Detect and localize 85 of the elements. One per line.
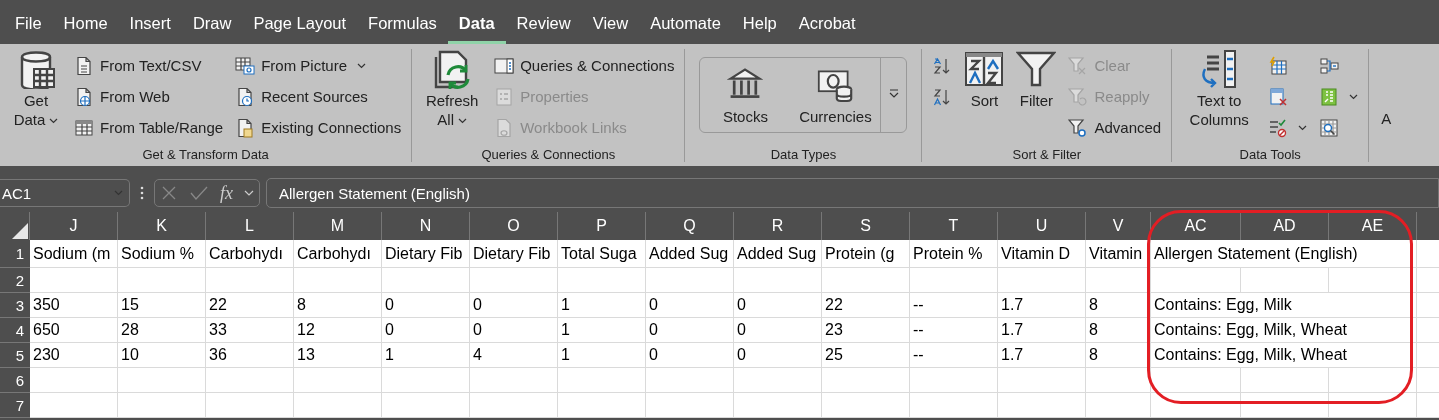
caret-icon [1349, 93, 1359, 100]
database-document-icon [235, 117, 256, 138]
table-cell[interactable] [910, 393, 998, 418]
ribbon-button[interactable]: From Picture [231, 51, 406, 80]
ribbon-button[interactable]: Sort [960, 49, 1009, 110]
ribbon-tab[interactable]: Insert [118, 4, 182, 44]
data-type-button[interactable]: Stocks [700, 58, 791, 132]
row-header[interactable]: 1 [0, 240, 30, 268]
ribbon-button[interactable]: From Web [70, 82, 228, 111]
properties-icon [494, 86, 515, 107]
table-cell[interactable] [1241, 393, 1329, 418]
expand-icon [887, 87, 900, 100]
ribbon-button[interactable]: From Text/CSV [70, 51, 228, 80]
table-cell[interactable] [1086, 393, 1151, 418]
group-label: Get & Transform Data [141, 147, 270, 162]
table-cell[interactable] [558, 393, 646, 418]
web-document-icon [74, 86, 94, 107]
ribbon-button[interactable]: Existing Connections [231, 113, 406, 142]
table-cell[interactable] [294, 393, 382, 418]
table-cell[interactable] [30, 393, 118, 418]
group-label: Queries & Connections [480, 147, 617, 162]
reapply-filter-icon [1068, 86, 1089, 107]
remove-duplicates-icon [1268, 86, 1289, 107]
row-header[interactable]: 7 [0, 393, 30, 418]
ribbon-button[interactable]: Recent Sources [231, 82, 406, 111]
ribbon-tab[interactable]: Acrobat [787, 4, 867, 44]
data-validation-icon [1268, 117, 1289, 138]
table-cell[interactable] [646, 393, 734, 418]
ribbon-tab[interactable]: View [581, 4, 640, 44]
ribbon-button[interactable]: Get Data [6, 49, 66, 129]
data-type-button[interactable]: Currencies [790, 58, 881, 132]
table-cell[interactable] [470, 393, 558, 418]
camera-table-icon [235, 55, 256, 76]
ribbon-button[interactable]: Advanced [1064, 113, 1166, 142]
ribbon-button[interactable]: From Table/Range [70, 113, 228, 142]
group-label: Sort & Filter [1011, 147, 1083, 162]
ribbon-button[interactable]: Filter [1012, 49, 1061, 110]
confirm-icon[interactable] [189, 184, 210, 202]
row-header[interactable]: 3 [0, 293, 30, 318]
caret-icon [114, 190, 123, 196]
filter-icon [1016, 49, 1057, 89]
row-header[interactable]: 2 [0, 268, 30, 293]
consolidate-icon [1319, 55, 1340, 76]
document-icon [74, 55, 94, 76]
formula-field[interactable]: Allergen Statement (English) [266, 178, 1439, 208]
data-model-icon [1319, 117, 1340, 138]
ribbon-tab[interactable]: Page Layout [242, 4, 358, 44]
table-cell[interactable] [1151, 393, 1241, 418]
name-box[interactable]: AC1 [0, 179, 130, 207]
ribbon-tab[interactable]: Automate [639, 4, 732, 44]
ribbon-tab[interactable]: Review [505, 4, 582, 44]
ribbon-tab[interactable]: Draw [181, 4, 243, 44]
caret-icon[interactable] [243, 190, 254, 196]
insert-function-button[interactable]: fx [219, 182, 233, 204]
table-cell[interactable] [998, 393, 1086, 418]
row-header[interactable]: 6 [0, 368, 30, 393]
row-header[interactable]: 4 [0, 318, 30, 343]
table-cell[interactable] [118, 393, 206, 418]
more-icon[interactable] [140, 185, 144, 201]
table-cell[interactable] [1329, 393, 1417, 418]
table-cell[interactable] [822, 393, 910, 418]
caret-icon [458, 118, 468, 125]
table-cell[interactable] [206, 393, 294, 418]
ribbon-button[interactable]: Queries & Connections [490, 51, 679, 80]
caret-icon [357, 62, 366, 69]
ribbon-tab[interactable]: Home [52, 4, 119, 44]
group-label: Data Tools [1238, 147, 1302, 162]
sort-icon [964, 49, 1005, 89]
ribbon-tab[interactable]: Help [731, 4, 788, 44]
ribbon-button[interactable]: Refresh All [418, 49, 487, 129]
ribbon-tab[interactable]: File [4, 4, 53, 44]
group-label: Data Types [769, 147, 838, 162]
panel-icon [494, 55, 515, 76]
table-cell[interactable] [734, 393, 822, 418]
advanced-filter-icon [1068, 117, 1089, 138]
ribbon-label: A [1381, 110, 1392, 129]
table-icon [74, 117, 94, 138]
ribbon-tab[interactable]: Formulas [357, 4, 448, 44]
caret-icon [1298, 124, 1308, 131]
relationships-icon [1319, 86, 1340, 107]
flash-fill-icon [1268, 55, 1289, 76]
ribbon-button[interactable]: Text to Columns [1178, 49, 1261, 129]
caret-icon [49, 118, 59, 125]
table-cell[interactable] [382, 393, 470, 418]
row-header[interactable]: 5 [0, 343, 30, 368]
